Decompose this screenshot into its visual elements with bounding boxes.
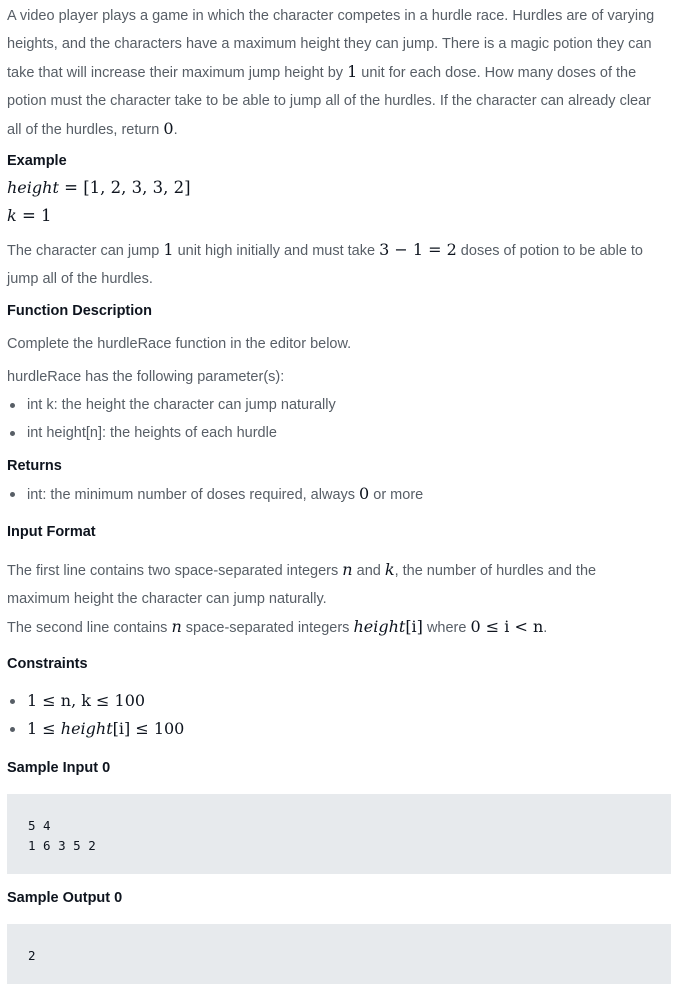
list-item: 1 ≤ n, k ≤ 100 (7, 687, 184, 715)
sample-output-heading: Sample Output 0 (7, 890, 123, 906)
returns-heading: Returns (7, 458, 62, 474)
returns-list: int: the minimum number of doses require… (7, 480, 423, 509)
list-item: int: the minimum number of doses require… (7, 480, 423, 509)
input-format-heading: Input Format (7, 524, 96, 540)
list-item: 1 ≤ height[i] ≤ 100 (7, 715, 184, 743)
params-list: int k: the height the character can jump… (7, 391, 336, 447)
intro-paragraph: A video player plays a game in which the… (7, 2, 654, 144)
constraints-heading: Constraints (7, 656, 88, 672)
function-description-text: Complete the hurdleRace function in the … (7, 336, 352, 352)
function-description-heading: Function Description (7, 303, 152, 319)
example-height-math: height = [1, 2, 3, 3, 2] (7, 178, 191, 197)
example-k-math: k = 1 (7, 206, 52, 225)
intro-line: all of the hurdles, return 0. (7, 119, 178, 138)
constraints-list: 1 ≤ n, k ≤ 100 1 ≤ height[i] ≤ 100 (7, 687, 184, 743)
intro-line: heights, and the characters have a maxim… (7, 36, 652, 52)
intro-line: A video player plays a game in which the… (7, 8, 655, 24)
input-format-text: The first line contains two space-separa… (7, 560, 597, 636)
example-explanation: The character can jump 1 unit high initi… (7, 240, 644, 287)
example-heading: Example (7, 153, 67, 169)
params-intro: hurdleRace has the following parameter(s… (7, 369, 285, 385)
sample-input-heading: Sample Input 0 (7, 760, 111, 776)
list-item: int k: the height the character can jump… (7, 391, 336, 419)
intro-line: potion must the character take to be abl… (7, 93, 651, 109)
intro-line: take that will increase their maximum ju… (7, 62, 637, 81)
sample-output-code: 2 (7, 924, 671, 984)
sample-input-code: 5 4 1 6 3 5 2 (7, 794, 671, 874)
list-item: int height[n]: the heights of each hurdl… (7, 419, 336, 447)
